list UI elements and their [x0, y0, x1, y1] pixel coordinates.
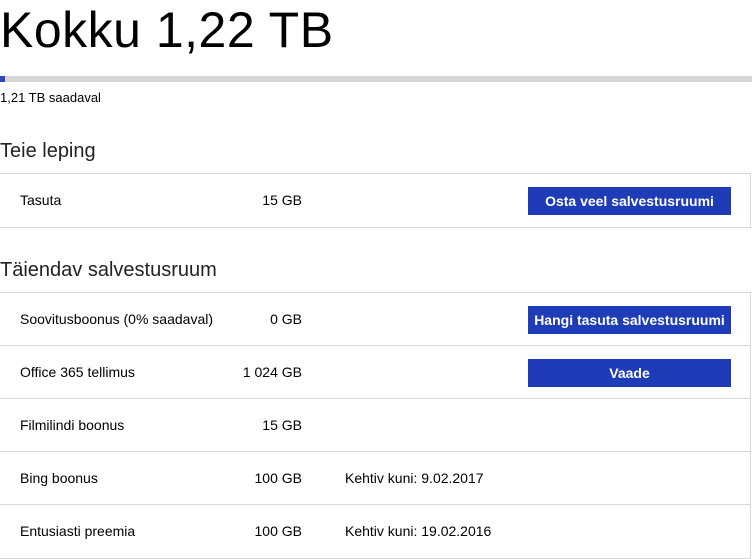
- plan-table: Tasuta 15 GB Osta veel salvestusruumi: [0, 173, 751, 228]
- row-size: 0 GB: [270, 311, 302, 327]
- row-name: Soovitusboonus (0% saadaval): [20, 311, 214, 327]
- storage-usage-bar: [0, 76, 752, 82]
- row-name: Tasuta: [20, 192, 62, 208]
- table-row: Bing boonus 100 GB Kehtiv kuni: 9.02.201…: [0, 452, 750, 505]
- extra-storage-table: Soovitusboonus (0% saadaval) 0 GB Hangi …: [0, 292, 751, 559]
- storage-usage-bar-fill: [0, 76, 6, 82]
- buy-more-storage-button[interactable]: Osta veel salvestusruumi: [528, 187, 731, 215]
- table-row: Office 365 tellimus 1 024 GB Vaade: [0, 346, 750, 399]
- storage-available: 1,21 TB saadaval: [0, 90, 101, 105]
- row-expiry: Kehtiv kuni: 9.02.2017: [345, 470, 484, 486]
- row-size: 1 024 GB: [242, 364, 302, 380]
- row-name: Office 365 tellimus: [20, 364, 135, 380]
- extra-storage-section-title: Täiendav salvestusruum: [0, 259, 217, 281]
- storage-total: Kokku 1,22 TB: [0, 2, 334, 58]
- get-free-storage-button[interactable]: Hangi tasuta salvestusruumi: [528, 306, 731, 334]
- table-row: Soovitusboonus (0% saadaval) 0 GB Hangi …: [0, 293, 750, 346]
- row-expiry: Kehtiv kuni: 19.02.2016: [345, 523, 492, 539]
- table-row: Tasuta 15 GB Osta veel salvestusruumi: [0, 174, 750, 227]
- table-row: Entusiasti preemia 100 GB Kehtiv kuni: 1…: [0, 505, 750, 558]
- row-name: Entusiasti preemia: [20, 523, 136, 539]
- row-size: 100 GB: [254, 470, 302, 486]
- row-name: Bing boonus: [20, 470, 98, 486]
- row-size: 15 GB: [262, 417, 302, 433]
- view-subscription-button[interactable]: Vaade: [528, 359, 731, 387]
- row-size: 15 GB: [262, 192, 302, 208]
- row-size: 100 GB: [254, 523, 302, 539]
- row-name: Filmilindi boonus: [20, 417, 125, 433]
- table-row: Filmilindi boonus 15 GB: [0, 399, 750, 452]
- plan-section-title: Teie leping: [0, 140, 96, 162]
